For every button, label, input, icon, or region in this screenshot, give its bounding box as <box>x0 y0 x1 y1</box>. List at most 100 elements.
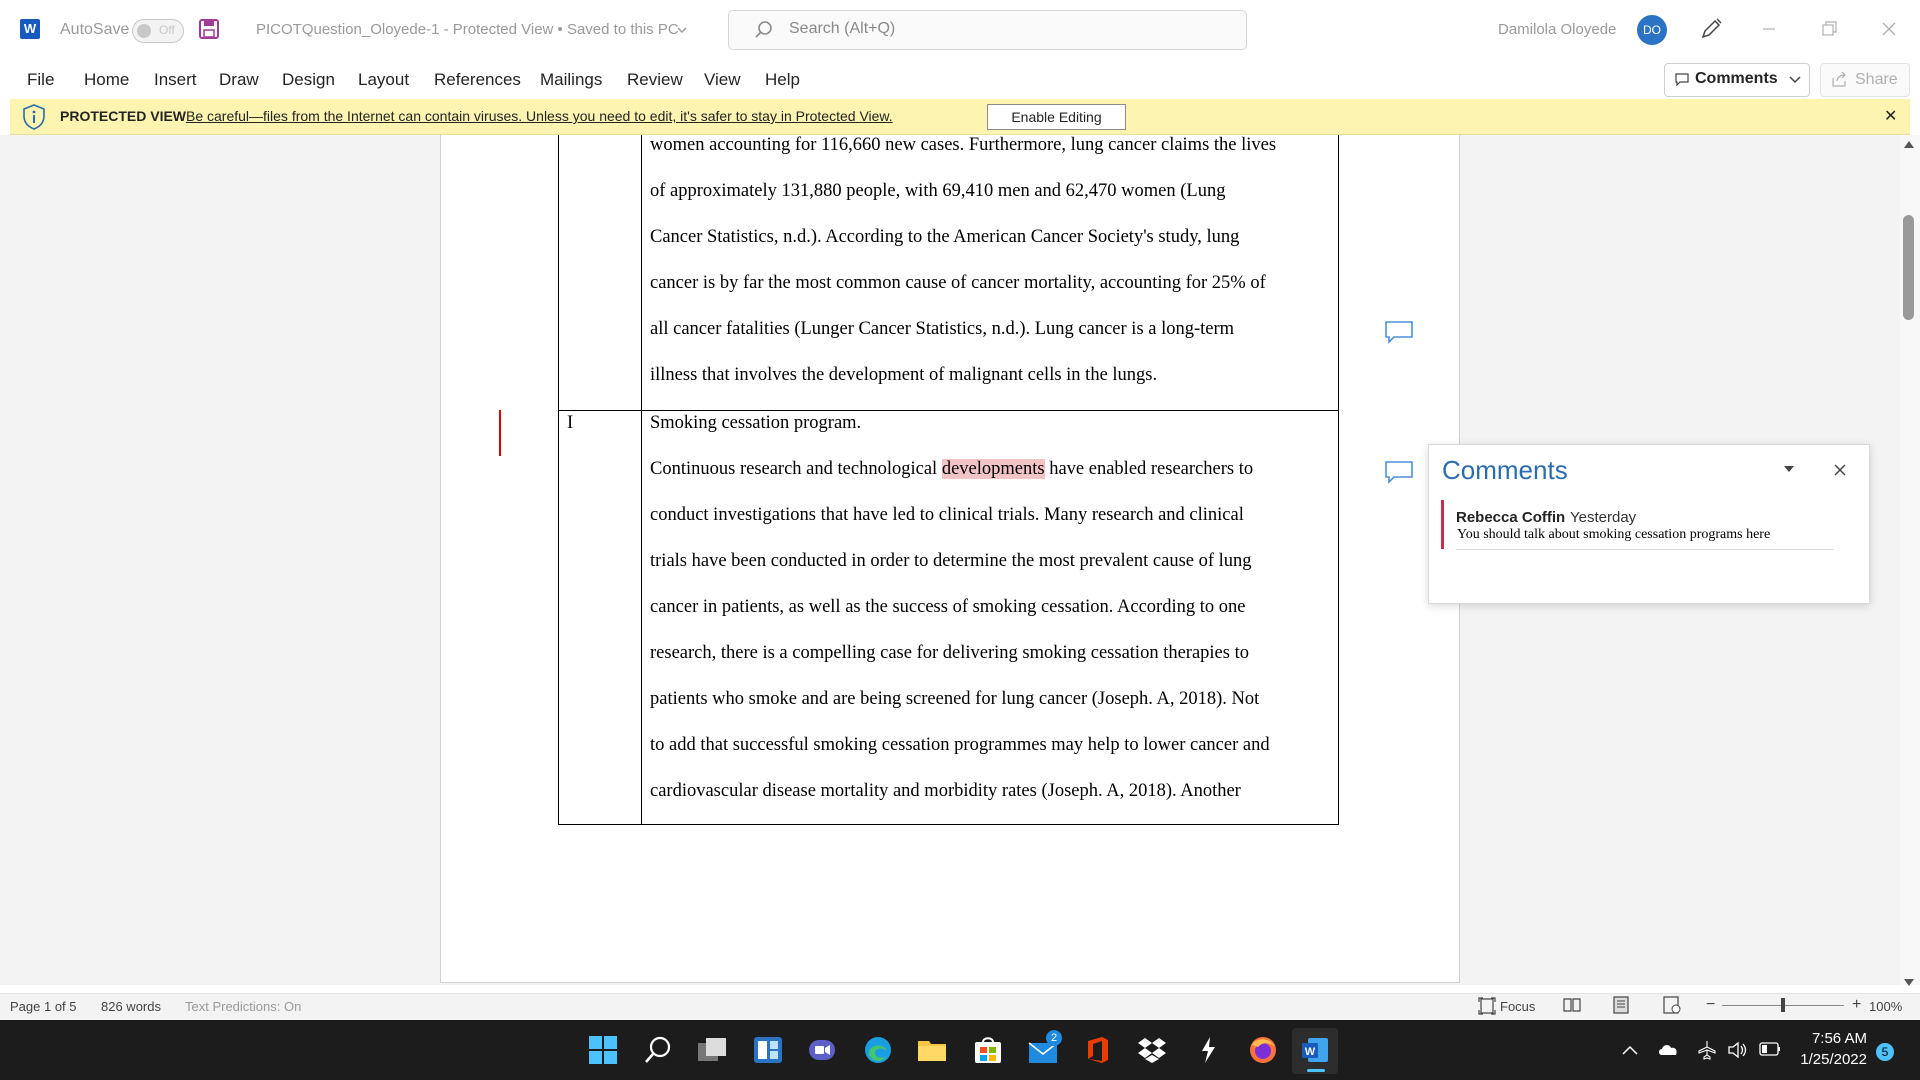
comment-accent-bar <box>1441 500 1444 549</box>
file-explorer-icon[interactable] <box>917 1035 947 1065</box>
document-line: illness that involves the development of… <box>650 365 1158 385</box>
restore-icon[interactable] <box>1818 18 1840 40</box>
document-line: to add that successful smoking cessation… <box>650 735 1270 755</box>
share-button-label: Share <box>1855 71 1898 88</box>
focus-label[interactable]: Focus <box>1500 999 1535 1014</box>
scrollbar-thumb[interactable] <box>1903 215 1914 320</box>
document-line: cardiovascular disease mortality and mor… <box>650 781 1241 801</box>
mail-badge: 2 <box>1046 1030 1062 1046</box>
tab-view[interactable]: View <box>704 70 741 90</box>
word-logo-icon: W <box>20 19 40 39</box>
close-window-icon[interactable] <box>1878 18 1900 40</box>
focus-icon[interactable] <box>1478 997 1496 1015</box>
picot-letter: I <box>567 413 574 433</box>
comment-author: Rebecca Coffin <box>1456 509 1566 526</box>
zoom-out-icon[interactable]: − <box>1706 996 1715 1014</box>
share-icon <box>1832 72 1846 87</box>
firefox-icon[interactable] <box>1248 1035 1278 1065</box>
tab-design[interactable]: Design <box>282 70 335 90</box>
comment-marker-icon[interactable] <box>1384 460 1414 484</box>
volume-icon[interactable] <box>1728 1041 1748 1059</box>
document-title[interactable]: PICOTQuestion_Oloyede-1 - Protected View… <box>256 21 679 38</box>
task-view-icon[interactable] <box>697 1035 729 1065</box>
minimize-icon[interactable] <box>1758 18 1780 40</box>
table-border <box>641 135 642 825</box>
start-icon[interactable] <box>588 1035 618 1065</box>
protected-view-message[interactable]: Be careful—files from the Internet can c… <box>186 108 893 124</box>
battery-icon[interactable] <box>1759 1042 1781 1056</box>
commented-word[interactable]: developments <box>941 459 1045 479</box>
document-line: of approximately 131,880 people, with 69… <box>650 181 1226 201</box>
document-line: all cancer fatalities (Lunger Cancer Sta… <box>650 319 1235 339</box>
tab-home[interactable]: Home <box>84 70 129 90</box>
tab-help[interactable]: Help <box>765 70 800 90</box>
shield-info-icon <box>23 104 45 130</box>
comment-marker-icon[interactable] <box>1384 320 1414 344</box>
avatar[interactable]: DO <box>1637 15 1667 45</box>
divider <box>1456 549 1834 550</box>
document-line: conduct investigations that have led to … <box>650 505 1244 525</box>
airplane-icon[interactable] <box>1697 1040 1717 1060</box>
chevron-down-icon[interactable] <box>1783 465 1795 473</box>
search-placeholder: Search (Alt+Q) <box>789 20 896 37</box>
tab-layout[interactable]: Layout <box>358 70 409 90</box>
word-count[interactable]: 826 words <box>101 999 161 1014</box>
clock-date[interactable]: 1/25/2022 <box>1791 1051 1867 1068</box>
zoom-level[interactable]: 100% <box>1869 999 1902 1014</box>
office-icon[interactable] <box>1083 1035 1113 1065</box>
row-heading: Smoking cessation program. <box>650 413 862 433</box>
word-taskbar-icon[interactable]: W <box>1300 1035 1330 1065</box>
autosave-toggle[interactable]: Off <box>132 19 184 43</box>
tab-references[interactable]: References <box>434 70 521 90</box>
teams-chat-icon[interactable] <box>807 1035 837 1065</box>
search-box[interactable]: Search (Alt+Q) <box>728 10 1247 50</box>
chevron-down-icon <box>1789 76 1801 84</box>
comment-time: Yesterday <box>1570 509 1637 526</box>
edge-icon[interactable] <box>863 1035 893 1065</box>
zoom-slider-thumb[interactable] <box>1781 998 1785 1012</box>
document-line: Cancer Statistics, n.d.). According to t… <box>650 227 1240 247</box>
user-name[interactable]: Damilola Oloyede <box>1498 21 1616 38</box>
comment-icon <box>1675 73 1689 86</box>
notification-badge[interactable]: 5 <box>1876 1043 1894 1061</box>
scroll-down-icon[interactable] <box>1903 978 1915 988</box>
widgets-icon[interactable] <box>753 1035 783 1065</box>
comments-button-label: Comments <box>1695 70 1778 87</box>
table-border <box>558 410 1339 411</box>
print-layout-icon[interactable] <box>1613 996 1629 1014</box>
search-icon[interactable] <box>643 1035 673 1065</box>
document-line: trials have been conducted in order to d… <box>650 551 1252 571</box>
document-line: research, there is a compelling case for… <box>650 643 1249 663</box>
tab-review[interactable]: Review <box>627 70 683 90</box>
web-layout-icon[interactable] <box>1663 996 1681 1014</box>
chevron-down-icon[interactable] <box>677 26 687 34</box>
read-mode-icon[interactable] <box>1563 997 1581 1013</box>
table-border <box>558 135 559 825</box>
zoom-in-icon[interactable]: + <box>1852 996 1861 1014</box>
close-icon[interactable] <box>1833 463 1847 477</box>
clock-time[interactable]: 7:56 AM <box>1799 1030 1867 1047</box>
share-button[interactable]: Share <box>1820 63 1910 97</box>
scroll-up-icon[interactable] <box>1903 139 1915 149</box>
autosave-label: AutoSave <box>60 21 130 38</box>
chevron-up-icon[interactable] <box>1622 1045 1638 1055</box>
table-border <box>558 824 1339 825</box>
onedrive-icon[interactable] <box>1657 1042 1679 1056</box>
comment-text: You should talk about smoking cessation … <box>1457 527 1771 542</box>
page-count[interactable]: Page 1 of 5 <box>10 999 77 1014</box>
dropbox-icon[interactable] <box>1137 1035 1167 1065</box>
close-icon[interactable]: ✕ <box>1884 106 1897 126</box>
tab-file[interactable]: File <box>27 70 54 90</box>
store-icon[interactable] <box>973 1035 1003 1065</box>
tab-insert[interactable]: Insert <box>154 70 197 90</box>
tab-mailings[interactable]: Mailings <box>540 70 602 90</box>
protected-view-title: PROTECTED VIEW <box>60 108 187 124</box>
tab-draw[interactable]: Draw <box>219 70 259 90</box>
enable-editing-button[interactable]: Enable Editing <box>987 104 1126 130</box>
bolt-app-icon[interactable] <box>1193 1035 1223 1065</box>
text-predictions-status[interactable]: Text Predictions: On <box>185 999 301 1014</box>
pen-icon[interactable] <box>1700 18 1722 40</box>
document-line: cancer in patients, as well as the succe… <box>650 597 1246 617</box>
comments-button[interactable]: Comments <box>1664 63 1810 97</box>
save-icon[interactable] <box>199 19 219 39</box>
